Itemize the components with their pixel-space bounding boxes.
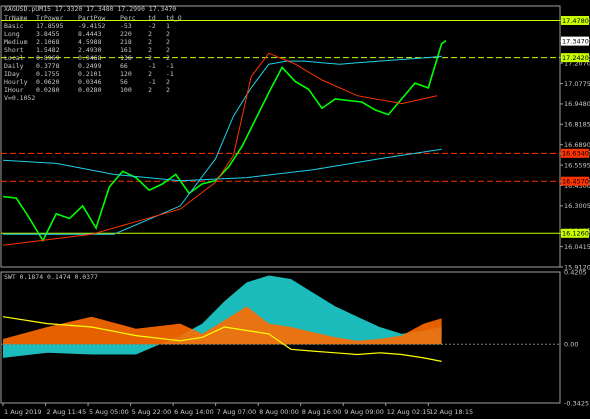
table-cell: Short: [4, 46, 24, 54]
table-header: TrName: [4, 14, 28, 22]
y-tick-label: 16.8185: [564, 121, 590, 129]
table-cell: 161: [120, 46, 132, 54]
table-cell: -1: [148, 62, 156, 70]
table-cell: 17.8595: [36, 22, 63, 30]
x-tick-label: 8 Aug 00:00: [259, 408, 299, 416]
table-cell: 2: [148, 54, 152, 62]
x-tick-label: 8 Aug 16:00: [302, 408, 342, 416]
x-tick-label: 7 Aug 07:00: [217, 408, 257, 416]
x-tick-label: 1 Aug 2019: [4, 408, 42, 416]
x-tick-label: 6 Aug 14:00: [174, 408, 214, 416]
x-tick-label: 2 Aug 11:45: [47, 408, 87, 416]
table-cell: 2: [148, 38, 152, 46]
table-cell: 218: [120, 38, 132, 46]
table-cell: -1: [148, 78, 156, 86]
table-cell: 120: [120, 70, 132, 78]
table-cell: -1: [166, 70, 174, 78]
table-cell: 1: [166, 22, 170, 30]
table-cell: 2: [166, 46, 170, 54]
table-cell: -2: [148, 22, 156, 30]
sub-y-tick-label: -0.3425: [564, 399, 589, 407]
table-cell: 2: [166, 54, 170, 62]
x-tick-label: 5 Aug 22:00: [132, 408, 172, 416]
table-cell: Medium: [4, 38, 28, 46]
table-cell: 0.3778: [36, 62, 60, 70]
price-level-tag-label: 17.4780: [562, 17, 589, 25]
table-footer: V=0.1052: [4, 94, 35, 102]
table-cell: 56: [120, 78, 128, 86]
table-cell: 1.5482: [36, 46, 60, 54]
table-cell: 2: [166, 30, 170, 38]
table-cell: 0.0346: [78, 78, 102, 86]
y-tick-label: 16.5595: [564, 161, 590, 169]
x-tick-label: 9 Aug 09:00: [344, 408, 384, 416]
table-cell: -9.4152: [78, 22, 105, 30]
table-cell: 0.9468: [78, 54, 102, 62]
price-level-tag-label: 16.4570: [562, 178, 589, 186]
table-cell: 0.0620: [36, 78, 60, 86]
table-cell: Long: [4, 30, 20, 38]
table-cell: 0.2499: [78, 62, 102, 70]
table-cell: 220: [120, 30, 132, 38]
symbol-header: XAGUSD.pUM15 17.3320 17.3480 17.2990 17.…: [4, 5, 176, 13]
table-header: TrPower: [36, 14, 63, 22]
table-cell: 66: [120, 62, 128, 70]
table-cell: -53: [120, 22, 132, 30]
table-cell: 2: [166, 38, 170, 46]
table-cell: 0.8969: [36, 54, 60, 62]
price-level-tag-label: 16.6340: [562, 150, 589, 158]
table-cell: 2: [148, 70, 152, 78]
table-header: Perc: [120, 14, 136, 22]
y-tick-label: 16.3005: [564, 202, 590, 210]
current-price-tag-label: 17.3470: [562, 37, 589, 45]
table-cell: 0.1755: [36, 70, 60, 78]
table-cell: 2: [148, 86, 152, 94]
table-cell: IDay: [4, 70, 20, 78]
table-cell: IHour: [4, 86, 24, 94]
table-cell: 2: [148, 30, 152, 38]
x-tick-label: 12 Aug 02:15: [387, 408, 431, 416]
table-cell: 8.4443: [78, 30, 102, 38]
table-cell: 2: [148, 46, 152, 54]
table-cell: 2.4930: [78, 46, 102, 54]
table-cell: 136: [120, 54, 132, 62]
table-cell: Hourly: [4, 78, 28, 86]
table-cell: 0.0280: [36, 86, 60, 94]
x-tick-label: 5 Aug 05:00: [89, 408, 129, 416]
price-level-tag-label: 17.2420: [562, 54, 589, 62]
table-cell: Daily: [4, 62, 24, 70]
table-cell: 3.8455: [36, 30, 60, 38]
table-cell: Local: [4, 54, 24, 62]
price-level-tag-label: 16.1260: [562, 230, 589, 238]
x-tick-label: 12 Aug 18:15: [429, 408, 473, 416]
y-tick-label: 16.9480: [564, 100, 590, 108]
table-header: td: [148, 14, 156, 22]
y-tick-label: 16.0415: [564, 243, 590, 251]
table-cell: 0.0280: [78, 86, 102, 94]
table-cell: 100: [120, 86, 132, 94]
y-tick-label: 16.6890: [564, 141, 590, 149]
sub-y-tick-label: 0.4205: [564, 268, 587, 276]
sub-title: SWT 0.1874 0.1474 0.0377: [4, 273, 98, 281]
table-header: td_O: [166, 14, 182, 22]
table-cell: 2: [166, 86, 170, 94]
table-cell: 2.1068: [36, 38, 60, 46]
table-header: PartPow: [78, 14, 105, 22]
table-cell: 0.2101: [78, 70, 102, 78]
y-tick-label: 17.0775: [564, 80, 590, 88]
table-cell: -1: [166, 62, 174, 70]
table-cell: Basic: [4, 22, 24, 30]
table-cell: 2: [166, 78, 170, 86]
table-cell: 4.5988: [78, 38, 102, 46]
sub-y-tick-label: 0.00: [564, 340, 578, 348]
chart-canvas: 17.478017.347017.242017.207017.077516.94…: [0, 0, 590, 419]
